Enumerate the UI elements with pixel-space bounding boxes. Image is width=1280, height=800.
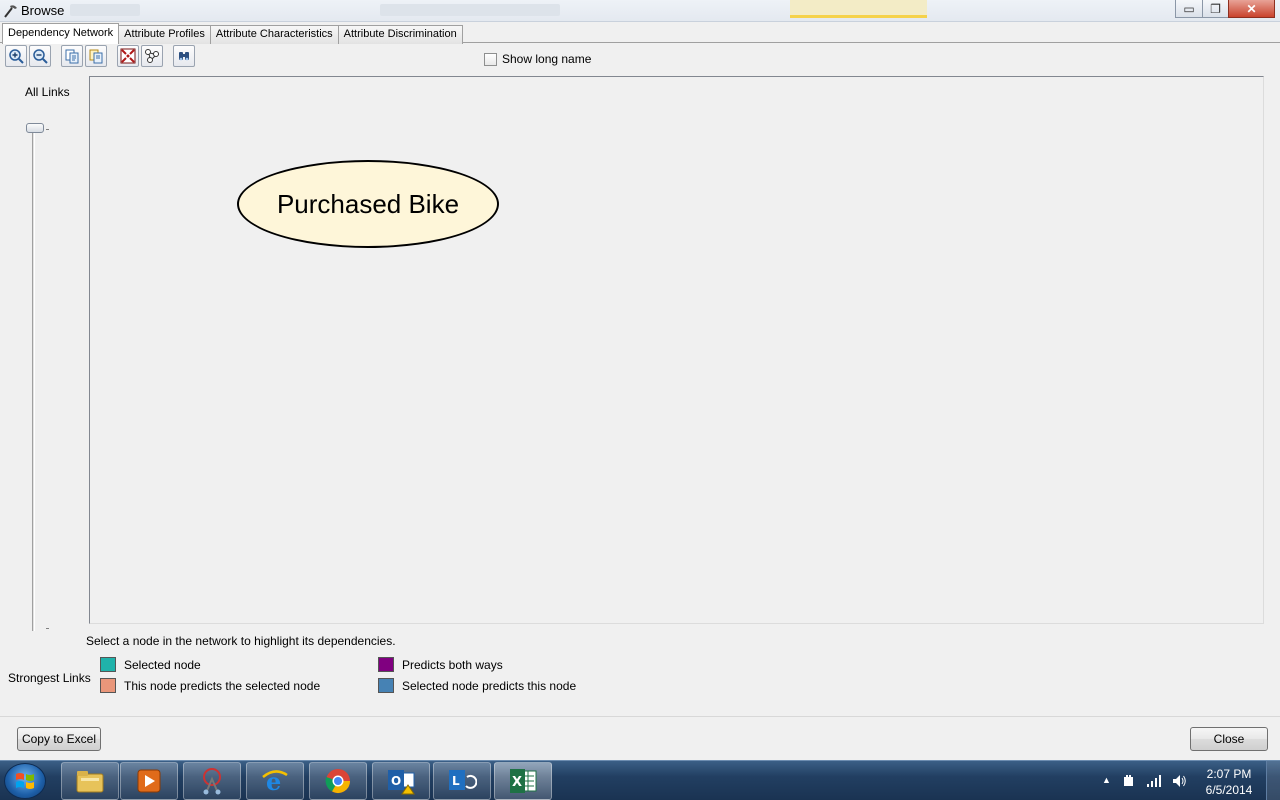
- clock-time: 2:07 PM: [1206, 767, 1252, 781]
- taskbar-chrome[interactable]: [309, 762, 367, 800]
- show-long-name-checkbox-box[interactable]: [484, 52, 497, 66]
- volume-icon[interactable]: [1171, 773, 1187, 789]
- legend-label: Selected node: [124, 657, 201, 672]
- network-node[interactable]: Purchased Bike: [237, 160, 499, 248]
- taskbar-snipping-tool[interactable]: [183, 762, 241, 800]
- layout-icon: [145, 49, 159, 63]
- system-clock[interactable]: 2:07 PM 6/5/2014: [1198, 766, 1260, 798]
- copy-graph-view-button[interactable]: [85, 45, 107, 67]
- zoom-out-button[interactable]: [29, 45, 51, 67]
- slider-tick-bottom: [46, 628, 49, 629]
- restore-icon: ❐: [1210, 1, 1221, 16]
- tab-attribute-discrimination[interactable]: Attribute Discrimination: [337, 25, 463, 44]
- dependency-network-canvas[interactable]: Purchased Bike: [89, 76, 1264, 624]
- show-long-name-checkbox[interactable]: Show long name: [484, 52, 591, 66]
- file-explorer-icon: [76, 771, 104, 793]
- slider-strongest-links-label: Strongest Links: [8, 671, 91, 685]
- legend-item-selected-predicts-this: Selected node predicts this node: [378, 678, 576, 693]
- clock-date: 6/5/2014: [1205, 783, 1253, 797]
- dialog-footer: [0, 716, 1280, 760]
- power-icon[interactable]: [1122, 774, 1136, 788]
- snipping-tool-icon: [203, 768, 221, 795]
- copy-graph-button[interactable]: [61, 45, 83, 67]
- layout-button[interactable]: [141, 45, 163, 67]
- taskbar-media-player[interactable]: [120, 762, 178, 800]
- title-bar-background-decoration: [70, 4, 140, 16]
- restore-button[interactable]: ❐: [1202, 0, 1229, 18]
- zoom-in-button[interactable]: [5, 45, 27, 67]
- find-node-button[interactable]: [173, 45, 195, 67]
- legend-item-predicts-selected: This node predicts the selected node: [100, 678, 320, 693]
- copy-graph-view-icon: [89, 49, 103, 64]
- legend-label: Predicts both ways: [402, 657, 503, 672]
- legend-swatch: [100, 657, 116, 672]
- tab-attribute-characteristics[interactable]: Attribute Characteristics: [209, 25, 339, 44]
- slider-tick-top: [46, 129, 49, 130]
- minimize-icon: ▭: [1183, 1, 1195, 16]
- taskbar: e O L X ▲ 2:07 PM 6/5/2014: [0, 760, 1280, 800]
- show-desktop-button[interactable]: [1266, 761, 1280, 800]
- excel-icon: X: [510, 769, 537, 793]
- legend-label: This node predicts the selected node: [124, 678, 321, 693]
- minimize-button[interactable]: ▭: [1175, 0, 1203, 18]
- legend-item-predicts-both-ways: Predicts both ways: [378, 657, 503, 672]
- links-strength-slider[interactable]: [32, 125, 35, 631]
- media-player-icon: [137, 769, 161, 793]
- close-button[interactable]: Close: [1190, 727, 1268, 751]
- legend-swatch: [378, 657, 394, 672]
- svg-text:X: X: [512, 775, 522, 790]
- svg-text:L: L: [452, 774, 460, 788]
- lync-icon: L: [449, 770, 477, 790]
- title-bar-background-tab: [790, 0, 927, 18]
- links-slider-thumb[interactable]: [26, 123, 44, 133]
- zoom-out-icon: [33, 49, 48, 64]
- find-node-icon: [179, 52, 189, 61]
- taskbar-internet-explorer[interactable]: e: [246, 762, 304, 800]
- window-title: Browse: [21, 3, 65, 18]
- browse-app-icon: [4, 5, 17, 18]
- start-button[interactable]: [4, 763, 46, 799]
- copy-graph-icon: [65, 49, 79, 64]
- legend-swatch: [378, 678, 394, 693]
- fit-to-window-button[interactable]: [117, 45, 139, 67]
- close-icon: ✕: [1246, 1, 1257, 16]
- taskbar-file-explorer[interactable]: [61, 762, 119, 800]
- slider-all-links-label: All Links: [25, 85, 70, 99]
- selection-hint-text: Select a node in the network to highligh…: [86, 634, 396, 648]
- window-title-bar: Browse ▭ ❐ ✕: [0, 0, 1280, 22]
- internet-explorer-icon: e: [262, 767, 288, 795]
- tab-dependency-network[interactable]: Dependency Network: [2, 23, 120, 44]
- legend-item-selected-node: Selected node: [100, 657, 201, 672]
- close-window-button[interactable]: ✕: [1228, 0, 1275, 18]
- zoom-in-icon: [9, 49, 24, 64]
- legend-swatch: [100, 678, 116, 693]
- outlook-icon: O: [388, 770, 415, 795]
- copy-to-excel-button[interactable]: Copy to Excel: [17, 727, 101, 751]
- tab-strip: Dependency Network Attribute Profiles At…: [2, 23, 463, 44]
- tab-attribute-profiles[interactable]: Attribute Profiles: [118, 25, 211, 44]
- windows-logo-icon: [16, 773, 34, 789]
- taskbar-lync[interactable]: L: [433, 762, 491, 800]
- taskbar-excel[interactable]: X: [494, 762, 552, 800]
- show-long-name-label: Show long name: [502, 52, 592, 66]
- chrome-icon: [325, 769, 350, 794]
- title-bar-background-decoration: [380, 4, 560, 16]
- network-signal-icon[interactable]: [1146, 774, 1162, 788]
- fit-to-window-icon: [120, 48, 136, 64]
- show-hidden-icons-icon[interactable]: ▲: [1102, 775, 1111, 785]
- svg-text:O: O: [391, 774, 401, 788]
- taskbar-outlook[interactable]: O: [372, 762, 430, 800]
- legend-label: Selected node predicts this node: [402, 678, 577, 693]
